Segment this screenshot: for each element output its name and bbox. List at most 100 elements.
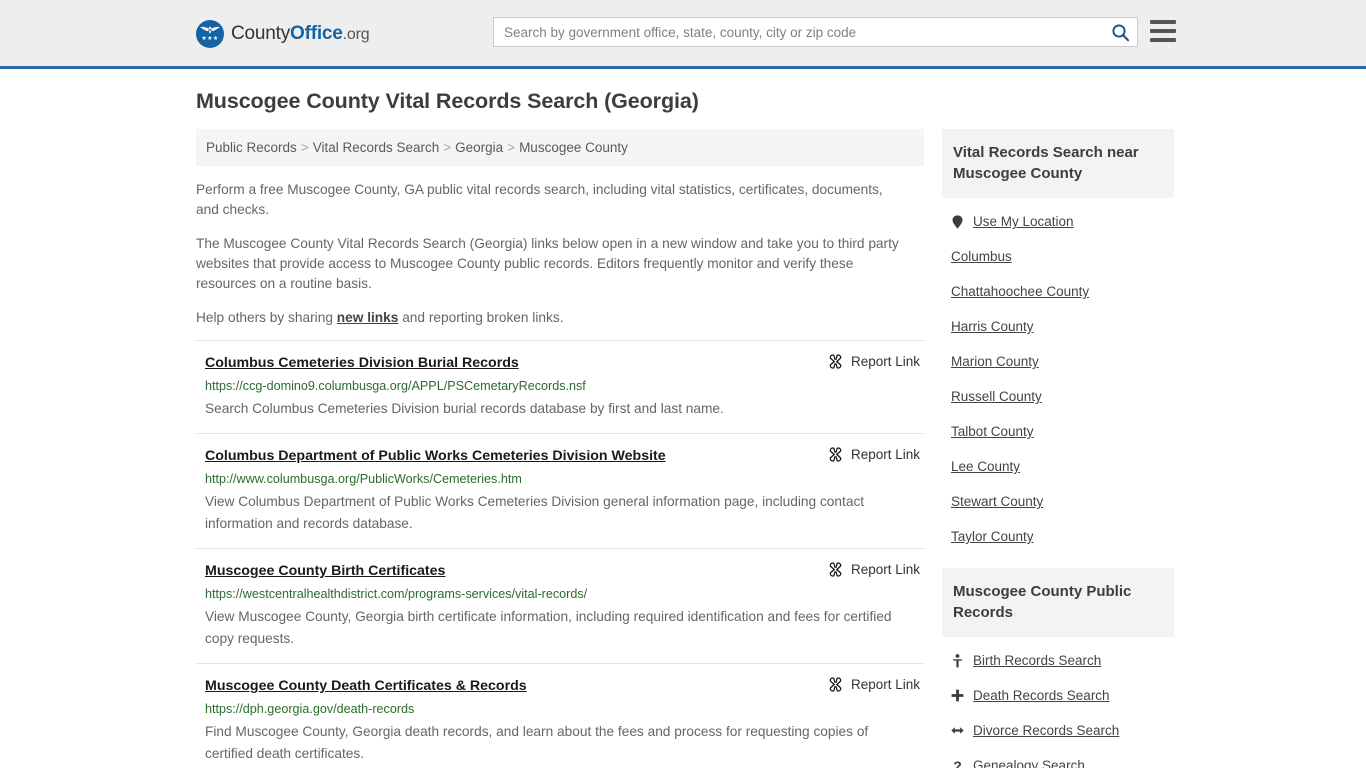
- search-button[interactable]: [1103, 18, 1137, 46]
- sidebar-nearby-section: Vital Records Search near Muscogee Count…: [942, 129, 1174, 554]
- eagle-seal-icon: ★★★: [196, 20, 224, 48]
- hamburger-bar: [1150, 29, 1176, 33]
- intro-paragraph-2: The Muscogee County Vital Records Search…: [196, 236, 899, 291]
- result-url: https://dph.georgia.gov/death-records: [205, 702, 415, 716]
- sidebar-item-marion-county[interactable]: Marion County: [942, 344, 1174, 379]
- result-url: https://westcentralhealthdistrict.com/pr…: [205, 587, 588, 601]
- breadcrumb-separator: >: [443, 140, 452, 155]
- result-item: Muscogee County Birth Certificates Repor…: [196, 548, 924, 663]
- results-list: Columbus Cemeteries Division Burial Reco…: [196, 340, 924, 768]
- result-header: Columbus Cemeteries Division Burial Reco…: [205, 354, 924, 372]
- sidebar-nearby-list: Use My Location Columbus Chattahoochee C…: [942, 198, 1174, 554]
- broken-link-icon: [829, 562, 842, 577]
- breadcrumb: Public Records > Vital Records Search > Geor…: [196, 129, 924, 166]
- sidebar-item-chattahoochee-county[interactable]: Chattahoochee County: [942, 274, 1174, 309]
- result-title-link[interactable]: Muscogee County Death Certificates & Rec…: [205, 677, 527, 695]
- main-content: Public Records > Vital Records Search > Geor…: [196, 129, 924, 768]
- hamburger-menu-icon[interactable]: [1150, 20, 1176, 42]
- site-logo[interactable]: ★★★ CountyOffice.org: [196, 20, 370, 48]
- sidebar-item-talbot-county[interactable]: Talbot County: [942, 414, 1174, 449]
- report-link-button[interactable]: Report Link: [828, 354, 920, 369]
- site-logo-text: CountyOffice.org: [231, 23, 370, 45]
- sidebar-link-marion-county[interactable]: Marion County: [951, 353, 1039, 370]
- sidebar-link-divorce-records-search[interactable]: Divorce Records Search: [973, 722, 1119, 739]
- sidebar-item-lee-county[interactable]: Lee County: [942, 449, 1174, 484]
- question-mark-icon: ?: [953, 757, 962, 768]
- share-text-after: and reporting broken links.: [398, 310, 564, 325]
- search-input[interactable]: [494, 18, 1103, 46]
- search-icon: [1111, 23, 1129, 41]
- sidebar-public-records-section: Muscogee County Public Records Birth Rec…: [942, 568, 1174, 768]
- result-description: View Muscogee County, Georgia birth cert…: [205, 609, 892, 646]
- sidebar-link-russell-county[interactable]: Russell County: [951, 388, 1042, 405]
- broken-link-icon: [829, 354, 842, 369]
- sidebar-public-records-list: Birth Records Search Death Records Searc…: [942, 637, 1174, 768]
- broken-link-icon: [829, 677, 842, 692]
- result-description: Find Muscogee County, Georgia death reco…: [205, 724, 869, 761]
- report-link-button[interactable]: Report Link: [828, 562, 920, 577]
- sidebar-item-stewart-county[interactable]: Stewart County: [942, 484, 1174, 519]
- sidebar-link-chattahoochee-county[interactable]: Chattahoochee County: [951, 283, 1089, 300]
- sidebar: Vital Records Search near Muscogee Count…: [942, 129, 1174, 768]
- sidebar-item-use-my-location[interactable]: Use My Location: [942, 204, 1174, 239]
- sidebar-item-taylor-county[interactable]: Taylor County: [942, 519, 1174, 554]
- sidebar-item-death-records-search[interactable]: Death Records Search: [942, 678, 1174, 713]
- sidebar-link-stewart-county[interactable]: Stewart County: [951, 493, 1043, 510]
- new-links-link[interactable]: new links: [337, 310, 399, 325]
- result-header: Muscogee County Death Certificates & Rec…: [205, 677, 924, 695]
- sidebar-link-genealogy-search[interactable]: Genealogy Search: [973, 757, 1085, 768]
- report-link-label: Report Link: [850, 562, 920, 577]
- intro-text: Perform a free Muscogee County, GA publi…: [196, 166, 924, 328]
- result-description: Search Columbus Cemeteries Division buri…: [205, 401, 724, 416]
- intro-paragraph-3: Help others by sharing new links and rep…: [196, 308, 908, 328]
- breadcrumb-item-muscogee-county[interactable]: Muscogee County: [519, 140, 628, 155]
- report-link-button[interactable]: Report Link: [828, 677, 920, 692]
- sidebar-item-russell-county[interactable]: Russell County: [942, 379, 1174, 414]
- result-item: Muscogee County Death Certificates & Rec…: [196, 663, 924, 768]
- breadcrumb-item-public-records[interactable]: Public Records: [206, 140, 297, 155]
- left-right-arrow-icon: [951, 725, 964, 736]
- result-url: http://www.columbusga.org/PublicWorks/Ce…: [205, 472, 522, 486]
- baby-icon: [951, 653, 964, 668]
- page-title: Muscogee County Vital Records Search (Ge…: [196, 89, 699, 113]
- search-bar[interactable]: [493, 17, 1138, 47]
- breadcrumb-separator: >: [507, 140, 516, 155]
- page-body: Muscogee County Vital Records Search (Ge…: [0, 69, 1366, 768]
- breadcrumb-item-georgia[interactable]: Georgia: [455, 140, 503, 155]
- sidebar-item-columbus[interactable]: Columbus: [942, 239, 1174, 274]
- result-title-link[interactable]: Columbus Department of Public Works Ceme…: [205, 447, 666, 465]
- sidebar-link-birth-records-search[interactable]: Birth Records Search: [973, 652, 1101, 669]
- result-item: Columbus Cemeteries Division Burial Reco…: [196, 340, 924, 433]
- sidebar-link-lee-county[interactable]: Lee County: [951, 458, 1020, 475]
- breadcrumb-item-vital-records-search[interactable]: Vital Records Search: [313, 140, 440, 155]
- result-description: View Columbus Department of Public Works…: [205, 494, 865, 531]
- intro-paragraph-1: Perform a free Muscogee County, GA publi…: [196, 182, 883, 217]
- sidebar-public-records-heading: Muscogee County Public Records: [942, 568, 1174, 637]
- share-text-before: Help others by sharing: [196, 310, 337, 325]
- sidebar-link-columbus[interactable]: Columbus: [951, 248, 1012, 265]
- result-header: Muscogee County Birth Certificates Repor…: [205, 562, 924, 580]
- content-columns: Public Records > Vital Records Search > Geor…: [0, 129, 1366, 768]
- report-link-label: Report Link: [850, 354, 920, 369]
- sidebar-link-use-my-location[interactable]: Use My Location: [973, 213, 1074, 230]
- sidebar-item-divorce-records-search[interactable]: Divorce Records Search: [942, 713, 1174, 748]
- result-title-link[interactable]: Muscogee County Birth Certificates: [205, 562, 445, 580]
- report-link-button[interactable]: Report Link: [828, 447, 920, 462]
- sidebar-link-death-records-search[interactable]: Death Records Search: [973, 687, 1110, 704]
- map-pin-icon: [951, 214, 964, 229]
- result-item: Columbus Department of Public Works Ceme…: [196, 433, 924, 548]
- site-header: ★★★ CountyOffice.org: [0, 0, 1366, 69]
- brand-part-office: Office: [290, 23, 343, 44]
- result-title-link[interactable]: Columbus Cemeteries Division Burial Reco…: [205, 354, 519, 372]
- sidebar-link-taylor-county[interactable]: Taylor County: [951, 528, 1034, 545]
- sidebar-item-birth-records-search[interactable]: Birth Records Search: [942, 643, 1174, 678]
- sidebar-item-harris-county[interactable]: Harris County: [942, 309, 1174, 344]
- breadcrumb-separator: >: [300, 140, 309, 155]
- report-link-label: Report Link: [850, 677, 920, 692]
- sidebar-item-genealogy-search[interactable]: ? Genealogy Search: [942, 748, 1174, 768]
- sidebar-link-talbot-county[interactable]: Talbot County: [951, 423, 1034, 440]
- report-link-label: Report Link: [850, 447, 920, 462]
- brand-part-org: .org: [342, 26, 370, 43]
- sidebar-link-harris-county[interactable]: Harris County: [951, 318, 1034, 335]
- sidebar-nearby-heading: Vital Records Search near Muscogee Count…: [942, 129, 1174, 198]
